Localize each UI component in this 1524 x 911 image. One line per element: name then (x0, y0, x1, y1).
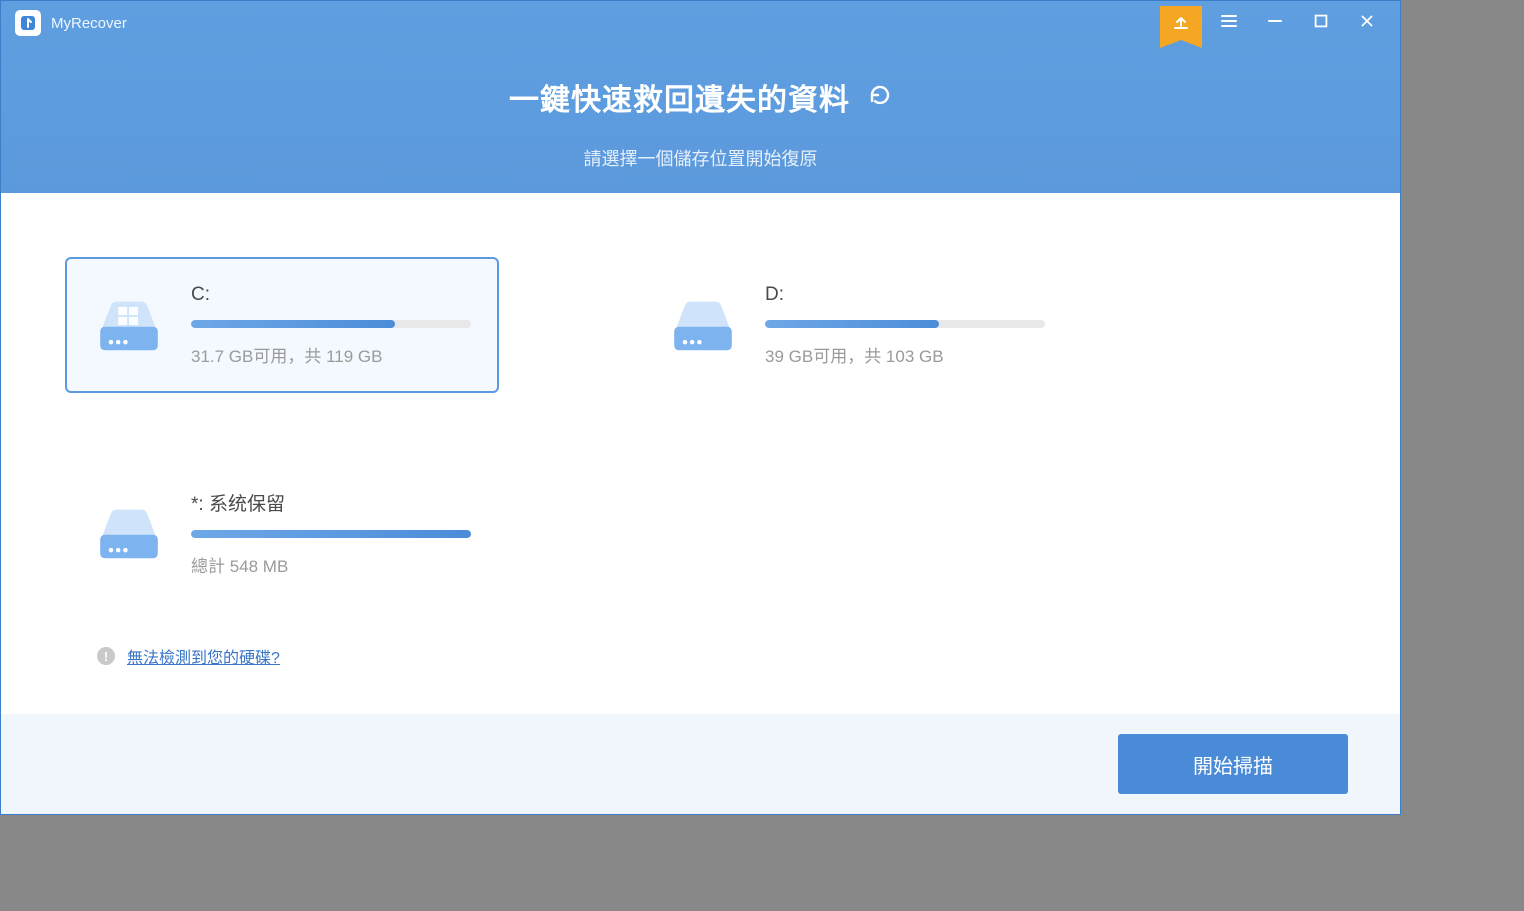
close-icon (1358, 12, 1376, 35)
header-main: 一鍵快速救回遺失的資料 請選擇一個儲存位置開始復原 (1, 75, 1400, 171)
app-window: MyRecover (0, 0, 1401, 815)
help-link[interactable]: 無法檢測到您的硬碟? (127, 644, 280, 668)
drive-icon (667, 293, 739, 357)
info-icon: ! (97, 647, 115, 665)
footer: 開始掃描 (1, 714, 1400, 814)
menu-icon (1219, 11, 1239, 36)
drive-usage-bar (191, 320, 471, 328)
drive-usage-fill (765, 320, 939, 328)
help-row: ! 無法檢測到您的硬碟? (97, 644, 280, 668)
drive-label: *: 系统保留 (191, 489, 471, 516)
drive-label: D: (765, 284, 1045, 306)
drive-subtext: 總計 548 MB (191, 552, 471, 577)
drive-icon (93, 501, 165, 565)
refresh-button[interactable] (868, 83, 892, 112)
app-logo (15, 10, 41, 36)
drive-usage-bar (191, 530, 471, 538)
maximize-button[interactable] (1298, 3, 1344, 43)
close-button[interactable] (1344, 3, 1390, 43)
page-subtitle: 請選擇一個儲存位置開始復原 (1, 145, 1400, 171)
upgrade-button[interactable] (1160, 6, 1202, 40)
drive-usage-fill (191, 320, 395, 328)
drive-card-c[interactable]: C: 31.7 GB可用，共 119 GB (65, 257, 499, 393)
menu-button[interactable] (1206, 3, 1252, 43)
refresh-icon (868, 83, 892, 112)
page-title: 一鍵快速救回遺失的資料 (509, 75, 850, 119)
upload-icon (1172, 12, 1190, 35)
drive-card-d[interactable]: D: 39 GB可用，共 103 GB (639, 257, 1073, 393)
drive-list: C: 31.7 GB可用，共 119 GB D: (65, 257, 1025, 601)
minimize-icon (1265, 11, 1285, 36)
content-area: C: 31.7 GB可用，共 119 GB D: (1, 193, 1400, 714)
drive-subtext: 31.7 GB可用，共 119 GB (191, 342, 471, 367)
minimize-button[interactable] (1252, 3, 1298, 43)
drive-card-reserved[interactable]: *: 系统保留 總計 548 MB (65, 465, 499, 601)
header: MyRecover (1, 1, 1400, 193)
drive-label: C: (191, 284, 471, 306)
titlebar: MyRecover (1, 1, 1400, 45)
drive-subtext: 39 GB可用，共 103 GB (765, 342, 1045, 367)
start-scan-button[interactable]: 開始掃描 (1118, 734, 1348, 794)
drive-usage-fill (191, 530, 471, 538)
maximize-icon (1312, 12, 1330, 35)
drive-icon (93, 293, 165, 357)
app-name: MyRecover (51, 15, 127, 32)
drive-usage-bar (765, 320, 1045, 328)
